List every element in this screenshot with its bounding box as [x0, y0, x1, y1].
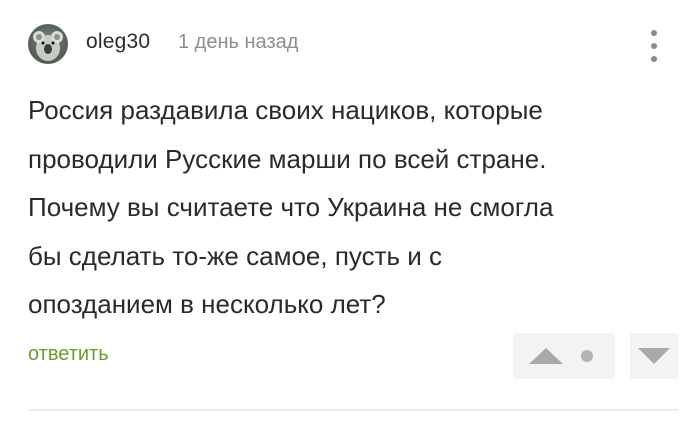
- divider: [28, 409, 678, 411]
- comment-line: проводили Русские марши по всей стране.: [28, 143, 547, 174]
- comment-line: бы сделать то-же самое, пусть и с: [28, 240, 443, 271]
- vote-up-box: [513, 333, 615, 379]
- comment-author[interactable]: oleg30: [86, 30, 150, 54]
- triangle-up-icon[interactable]: [529, 348, 563, 364]
- vote-down-button[interactable]: [630, 333, 678, 379]
- more-vertical-icon[interactable]: [642, 26, 666, 66]
- comment-line: Почему вы считаете что Украина не смогла: [28, 192, 554, 222]
- comment-line: опозданием в несколько лет?: [28, 289, 386, 319]
- comment-body: Россия раздавила своих нациков, которые …: [28, 86, 688, 329]
- reply-link[interactable]: ответить: [28, 343, 109, 366]
- dot-icon: [581, 350, 593, 362]
- comment-timestamp: 1 день назад: [178, 31, 299, 53]
- koala-avatar-icon: [33, 31, 63, 61]
- avatar[interactable]: [28, 24, 68, 64]
- comment-line: Россия раздавила своих нациков, которые: [28, 95, 543, 125]
- triangle-down-icon: [638, 348, 670, 364]
- comment-card: oleg30 1 день назад Россия раздавила сво…: [0, 0, 700, 428]
